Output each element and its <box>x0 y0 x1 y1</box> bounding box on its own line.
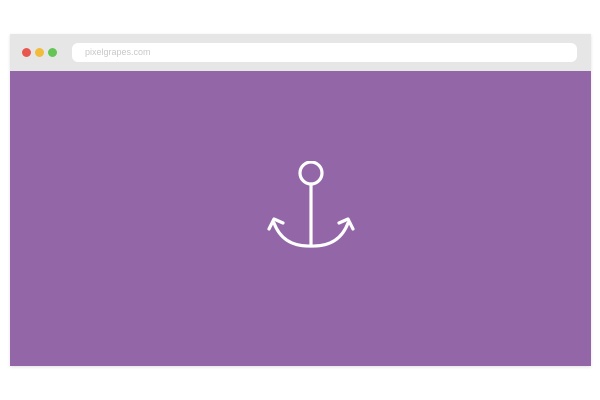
close-window-button[interactable] <box>22 48 31 57</box>
minimize-window-button[interactable] <box>35 48 44 57</box>
page-content <box>10 71 591 366</box>
address-bar[interactable]: pixelgrapes.com <box>72 43 577 62</box>
anchor-icon <box>267 161 355 248</box>
browser-window: pixelgrapes.com <box>10 34 591 366</box>
maximize-window-button[interactable] <box>48 48 57 57</box>
browser-titlebar: pixelgrapes.com <box>10 34 591 71</box>
